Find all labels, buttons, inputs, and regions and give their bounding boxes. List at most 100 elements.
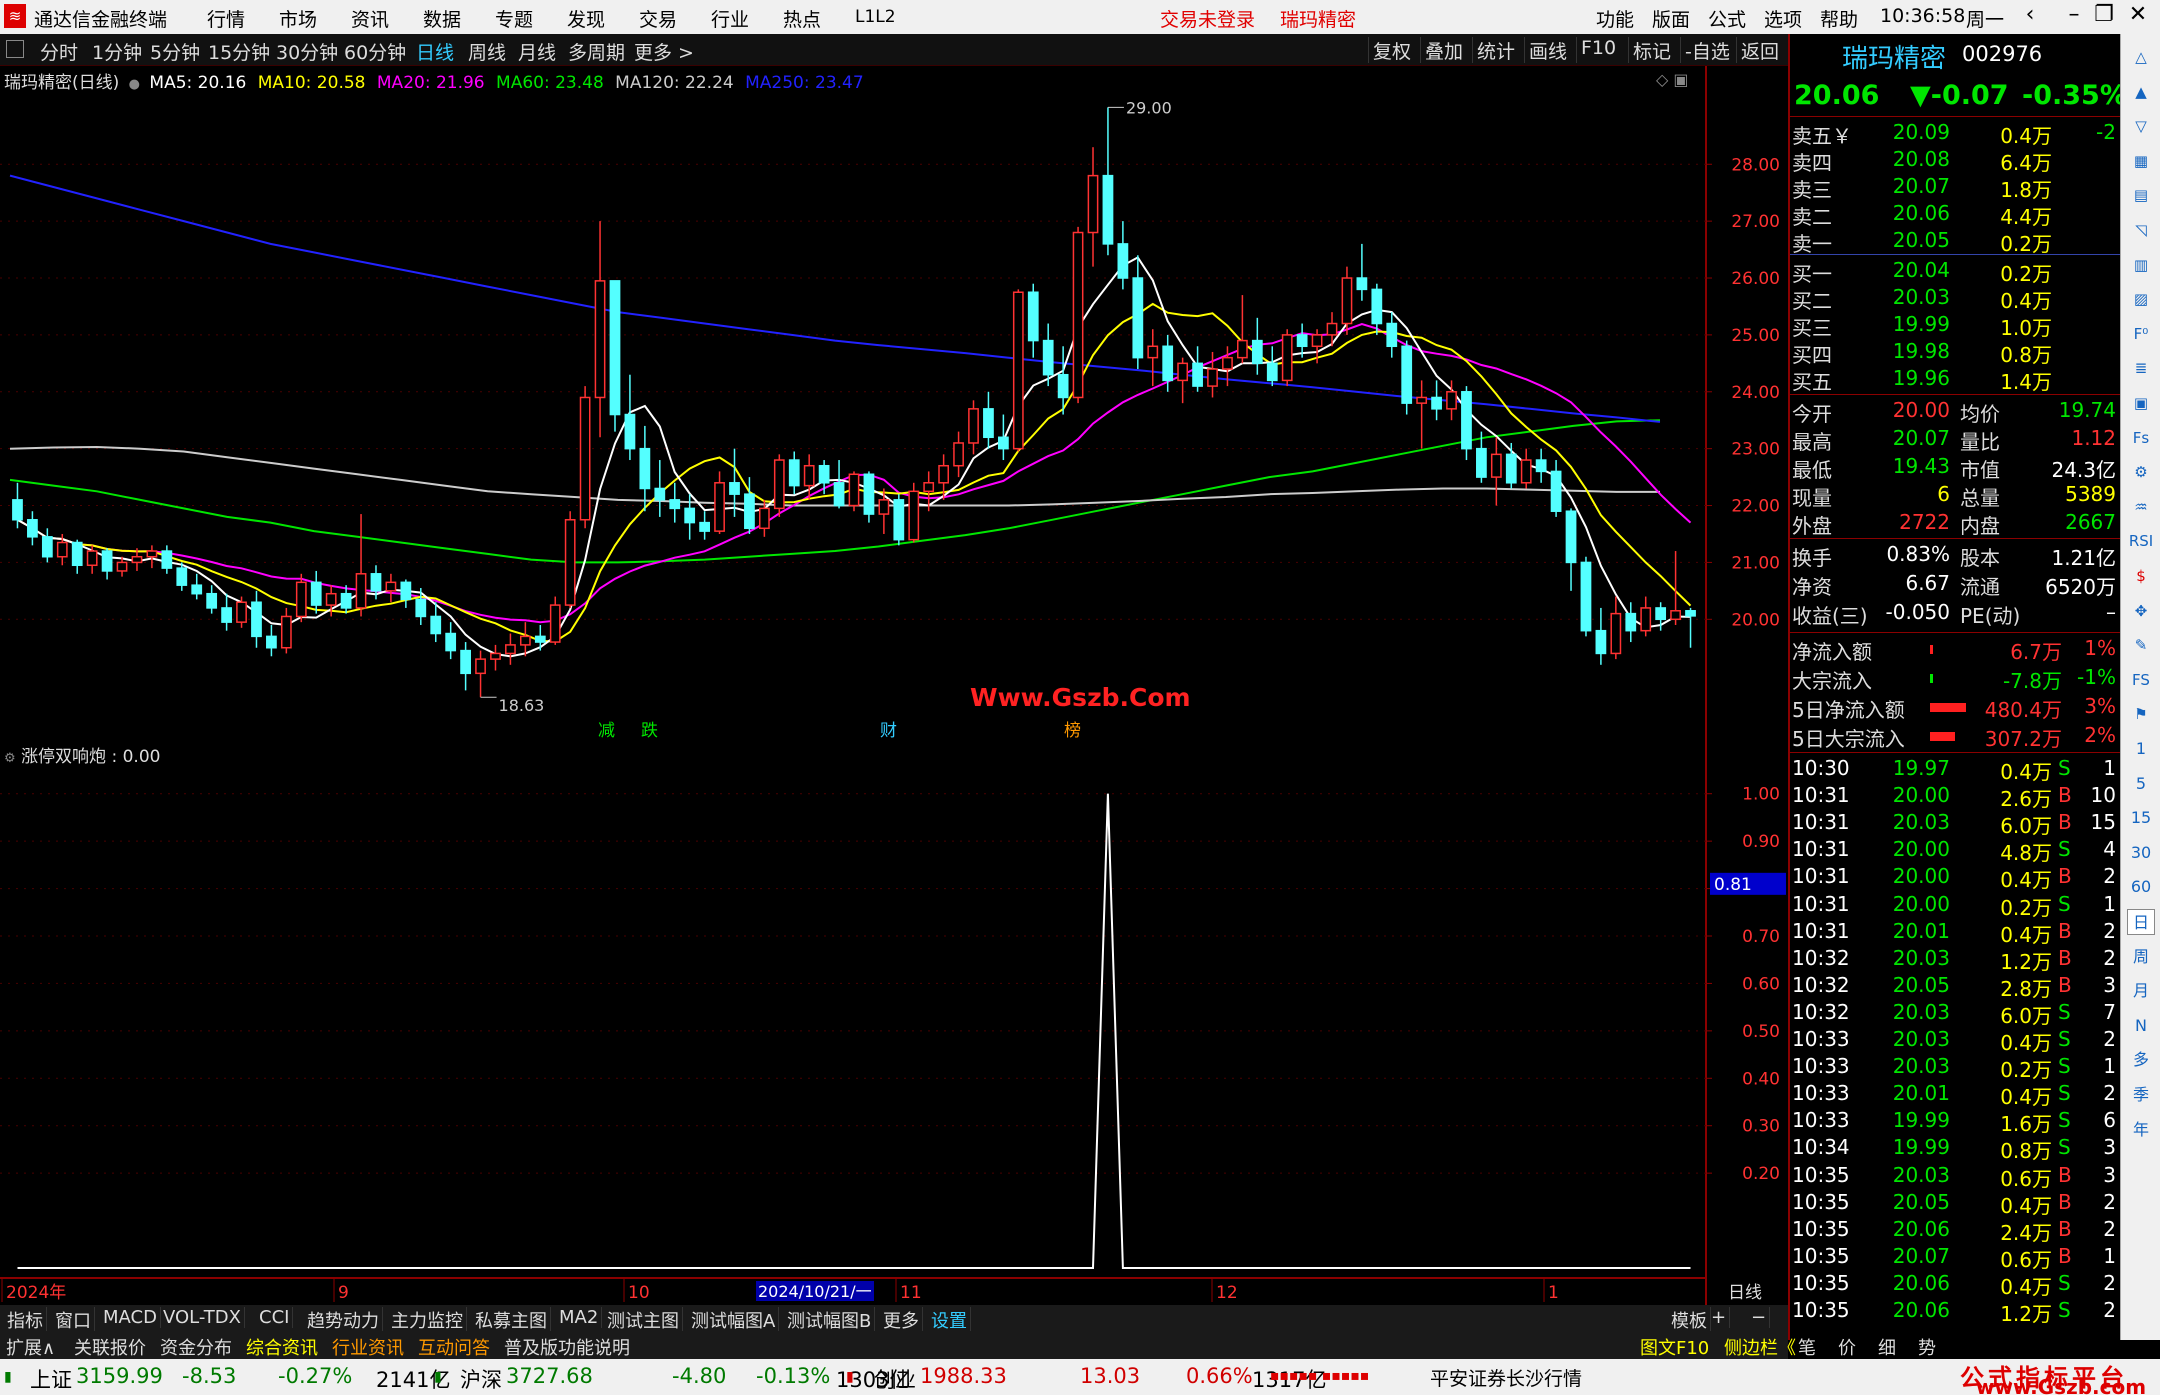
menu-item-formula[interactable]: 公式 bbox=[1708, 5, 1746, 32]
bid-row[interactable]: 买三 19.99 1.0万 bbox=[1790, 312, 2122, 340]
candle-icon[interactable]: ▥ bbox=[2127, 252, 2155, 278]
tick-row[interactable]: 10:31 20.01 0.4万 B 2 bbox=[1790, 919, 2122, 947]
stat-row[interactable]: 收益(三) -0.050 PE(动) – bbox=[1790, 600, 2122, 628]
indicator-toggle-icon[interactable]: ⚙ bbox=[4, 751, 16, 766]
tick-row[interactable]: 10:35 20.06 2.4万 B 2 bbox=[1790, 1217, 2122, 1245]
fs-icon[interactable]: Fs bbox=[2127, 425, 2155, 451]
gear-icon[interactable]: ⚙ bbox=[2127, 459, 2155, 485]
period-5min[interactable]: 5分钟 bbox=[150, 38, 200, 65]
list-icon[interactable]: ≣ bbox=[2127, 355, 2155, 381]
tab-4[interactable]: CCI bbox=[256, 1307, 294, 1328]
menu-item-layout[interactable]: 版面 bbox=[1652, 5, 1690, 32]
box-icon[interactable]: ▣ bbox=[2127, 390, 2155, 416]
period-more[interactable]: 更多 > bbox=[634, 38, 694, 65]
info-item-0[interactable]: 扩展∧ bbox=[2, 1334, 59, 1360]
menu-item-help[interactable]: 帮助 bbox=[1820, 5, 1858, 32]
stat-row[interactable]: 现量 6 总量 5389 bbox=[1790, 482, 2122, 510]
menu-item-trade[interactable]: 交易 bbox=[639, 5, 677, 32]
down-arrow-icon[interactable]: ▽ bbox=[2127, 113, 2155, 139]
stat-row[interactable]: 最低 19.43 市值 24.3亿 bbox=[1790, 454, 2122, 482]
side-period-28[interactable]: N bbox=[2127, 1013, 2155, 1039]
flow-row[interactable]: 大宗流入 -7.8万 -1% bbox=[1790, 665, 2122, 693]
tab-right-2[interactable]: − bbox=[1748, 1307, 1771, 1328]
period-15min[interactable]: 15分钟 bbox=[208, 38, 270, 65]
period-weekly[interactable]: 周线 bbox=[468, 38, 506, 65]
menu-item-discover[interactable]: 发现 bbox=[567, 5, 605, 32]
period-1min[interactable]: 1分钟 bbox=[92, 38, 142, 65]
bid-row[interactable]: 买五 19.96 1.4万 bbox=[1790, 366, 2122, 394]
button-stats[interactable]: 统计 bbox=[1472, 37, 1519, 63]
ask-row[interactable]: 卖二 20.06 4.4万 bbox=[1790, 201, 2122, 229]
info-right-5[interactable]: 势 bbox=[1914, 1334, 1940, 1360]
info-right-2[interactable]: 笔 bbox=[1794, 1334, 1820, 1360]
info-right-4[interactable]: 细 bbox=[1874, 1334, 1900, 1360]
window-toggle-icon[interactable] bbox=[6, 40, 24, 58]
stat-row[interactable]: 最高 20.07 量比 1.12 bbox=[1790, 426, 2122, 454]
menu-item-news[interactable]: 资讯 bbox=[351, 5, 389, 32]
tick-row[interactable]: 10:31 20.00 0.2万 S 1 bbox=[1790, 892, 2122, 920]
bid-row[interactable]: 买二 20.03 0.4万 bbox=[1790, 285, 2122, 313]
tab-6[interactable]: 主力监控 bbox=[388, 1307, 467, 1333]
side-period-30[interactable]: 季 bbox=[2127, 1082, 2155, 1108]
side-period-26[interactable]: 周 bbox=[2127, 944, 2155, 970]
period-multi[interactable]: 多周期 bbox=[568, 38, 625, 65]
doc-icon[interactable]: ▨ bbox=[2127, 286, 2155, 312]
restore-icon[interactable]: ❐ bbox=[2086, 2, 2122, 32]
info-item-6[interactable]: 普及版功能说明 bbox=[500, 1334, 634, 1360]
tab-right-0[interactable]: 模板 bbox=[1668, 1307, 1711, 1333]
menu-item-l1l2[interactable]: L1L2 bbox=[855, 7, 896, 27]
tick-row[interactable]: 10:33 20.01 0.4万 S 2 bbox=[1790, 1081, 2122, 1109]
flag-icon[interactable]: ⚑ bbox=[2127, 701, 2155, 727]
tick-row[interactable]: 10:34 19.99 0.8万 S 3 bbox=[1790, 1135, 2122, 1163]
period-30min[interactable]: 30分钟 bbox=[276, 38, 338, 65]
flow-row[interactable]: 5日净流入额 480.4万 3% bbox=[1790, 694, 2122, 722]
chart-icon[interactable]: ◹ bbox=[2127, 217, 2155, 243]
side-period-31[interactable]: 年 bbox=[2127, 1117, 2155, 1143]
up-arrow-icon[interactable]: △ bbox=[2127, 44, 2155, 70]
side-period-24[interactable]: 60 bbox=[2127, 874, 2155, 900]
chart-canvas[interactable]: 28.00 27.00 26.00 25.00 24.00 23.00 22.00 21.00… bbox=[0, 66, 1788, 1305]
flow-row[interactable]: 净流入额 6.7万 1% bbox=[1790, 636, 2122, 664]
tick-row[interactable]: 10:35 20.06 0.4万 S 2 bbox=[1790, 1271, 2122, 1299]
menu-item-topics[interactable]: 专题 bbox=[495, 5, 533, 32]
info-right-0[interactable]: 图文F10 bbox=[1636, 1334, 1713, 1360]
tick-row[interactable]: 10:31 20.00 4.8万 S 4 bbox=[1790, 837, 2122, 865]
button-adjust[interactable]: 复权 bbox=[1368, 37, 1415, 63]
side-period-22[interactable]: 15 bbox=[2127, 805, 2155, 831]
rsi-label-icon[interactable]: RSI bbox=[2127, 528, 2155, 554]
ask-row[interactable]: 卖四 20.08 6.4万 bbox=[1790, 147, 2122, 175]
tab-3[interactable]: VOL-TDX bbox=[160, 1307, 245, 1328]
menu-item-data[interactable]: 数据 bbox=[423, 5, 461, 32]
bid-row[interactable]: 买一 20.04 0.2万 bbox=[1790, 258, 2122, 286]
side-period-25[interactable]: 日 bbox=[2127, 909, 2155, 935]
dollar-icon[interactable]: $ bbox=[2127, 563, 2155, 589]
menu-item-hot[interactable]: 热点 bbox=[783, 5, 821, 32]
flow-row[interactable]: 5日大宗流入 307.2万 2% bbox=[1790, 723, 2122, 751]
menu-item-options[interactable]: 选项 bbox=[1764, 5, 1802, 32]
side-period-29[interactable]: 多 bbox=[2127, 1047, 2155, 1073]
tab-0[interactable]: 指标 bbox=[4, 1307, 47, 1333]
stat-row[interactable]: 外盘 2722 内盘 2667 bbox=[1790, 510, 2122, 538]
menu-item-function[interactable]: 功能 bbox=[1596, 5, 1634, 32]
tick-row[interactable]: 10:33 20.03 0.2万 S 1 bbox=[1790, 1054, 2122, 1082]
period-60min[interactable]: 60分钟 bbox=[344, 38, 406, 65]
rsi-icon[interactable]: ♒ bbox=[2127, 494, 2155, 520]
side-period-20[interactable]: 1 bbox=[2127, 736, 2155, 762]
ask-row[interactable]: 卖一 20.05 0.2万 bbox=[1790, 228, 2122, 256]
tick-row[interactable]: 10:32 20.03 6.0万 S 7 bbox=[1790, 1000, 2122, 1028]
tab-13[interactable]: 设置 bbox=[928, 1307, 971, 1333]
info-item-2[interactable]: 资金分布 bbox=[156, 1334, 236, 1360]
tab-5[interactable]: 趋势动力 bbox=[304, 1307, 383, 1333]
ask-row[interactable]: 卖三 20.07 1.8万 bbox=[1790, 174, 2122, 202]
stat-row[interactable]: 净资 6.67 流通 6520万 bbox=[1790, 571, 2122, 599]
grid-icon[interactable]: ▤ bbox=[2127, 182, 2155, 208]
tick-row[interactable]: 10:35 20.03 0.6万 B 3 bbox=[1790, 1163, 2122, 1191]
tick-row[interactable]: 10:35 20.05 0.4万 B 2 bbox=[1790, 1190, 2122, 1218]
close-icon[interactable]: ✕ bbox=[2120, 2, 2156, 32]
bid-row[interactable]: 买四 19.98 0.8万 bbox=[1790, 339, 2122, 367]
tab-9[interactable]: 测试主图 bbox=[604, 1307, 683, 1333]
tick-row[interactable]: 10:33 20.03 0.4万 S 2 bbox=[1790, 1027, 2122, 1055]
menu-item-market[interactable]: 市场 bbox=[279, 5, 317, 32]
tab-1[interactable]: 窗口 bbox=[52, 1307, 95, 1333]
period-daily[interactable]: 日线 bbox=[416, 38, 454, 65]
